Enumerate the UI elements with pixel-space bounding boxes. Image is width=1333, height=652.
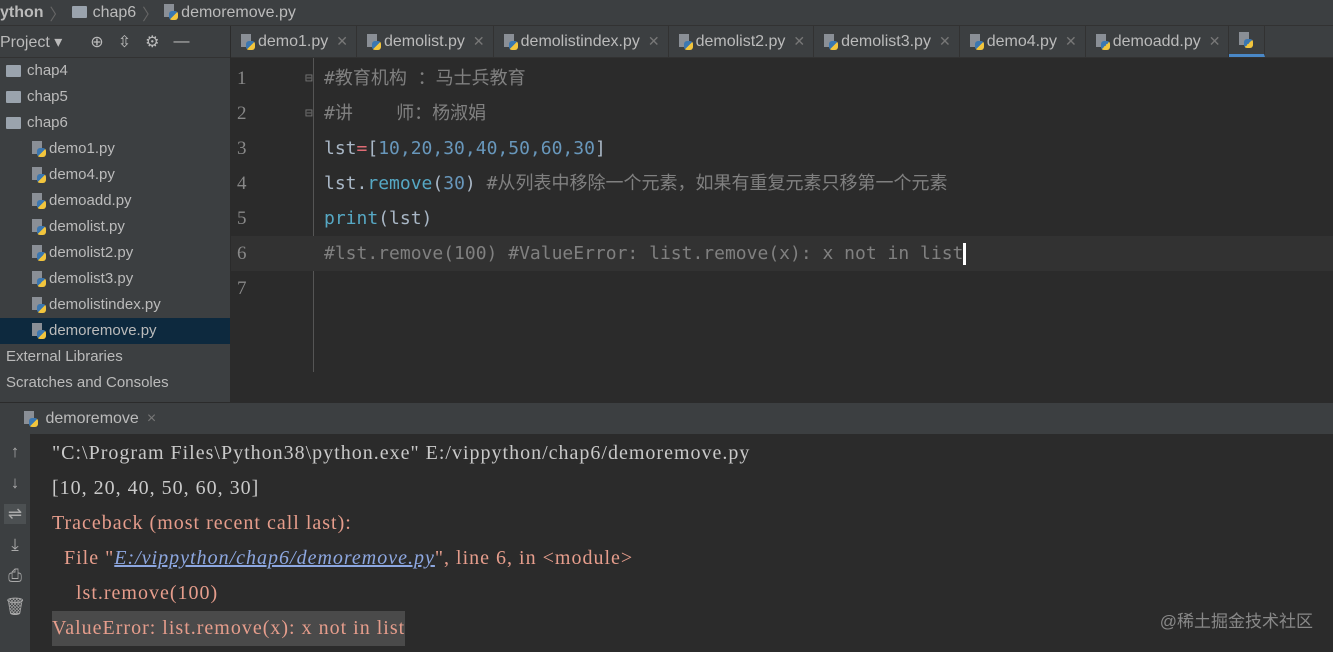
python-file-icon (241, 33, 255, 50)
line-number: 1 (237, 68, 247, 89)
tree-item[interactable]: chap6 (0, 110, 230, 136)
close-tab-icon[interactable]: ✕ (1065, 33, 1077, 50)
tree-item[interactable]: demo1.py (0, 136, 230, 162)
tree-item[interactable]: demolistindex.py (0, 292, 230, 318)
python-file-icon (824, 33, 839, 50)
folder-icon (71, 6, 87, 19)
close-icon[interactable]: × (147, 410, 156, 428)
run-tab[interactable]: demoremove × (0, 402, 1333, 434)
folder-icon (6, 117, 21, 130)
python-file-icon (969, 33, 984, 50)
hide-icon[interactable]: — (173, 33, 189, 51)
file-link[interactable]: E:/vippython/chap6/demoremove.py (114, 547, 435, 569)
python-file-icon (32, 167, 46, 184)
fold-icon[interactable]: ⊟ (305, 61, 313, 96)
fold-icon[interactable]: ⊟ (305, 96, 313, 131)
close-tab-icon[interactable]: ✕ (648, 33, 660, 50)
code-line[interactable]: 1 ⊟ #教育机构 ：马士兵教育 (231, 61, 1333, 96)
code-line[interactable]: 2 ⊟ #讲 师：杨淑娟 (231, 96, 1333, 131)
code-line[interactable]: 7 (231, 271, 1333, 306)
code-editor[interactable]: 1 ⊟ #教育机构 ：马士兵教育 2 ⊟ #讲 师：杨淑娟 3 lst=[10,20,30,4… (231, 58, 1333, 402)
tree-item-external[interactable]: External Libraries (0, 344, 230, 370)
traceback-file: File "E:/vippython/chap6/demoremove.py",… (52, 547, 634, 569)
up-arrow-icon[interactable]: ↑ (11, 442, 20, 462)
tree-item[interactable]: demoadd.py (0, 188, 230, 214)
tree-item[interactable]: demoremove.py (0, 318, 230, 344)
tree-item[interactable]: demolist3.py (0, 266, 230, 292)
tree-item-scratches[interactable]: Scratches and Consoles (0, 370, 230, 396)
tree-item[interactable]: demo4.py (0, 162, 230, 188)
collapse-all-icon[interactable]: ⇳ (118, 32, 131, 52)
editor-tab[interactable]: demolist3.py ✕ (814, 26, 960, 57)
python-file-icon (32, 193, 46, 210)
text-cursor (963, 243, 967, 265)
tree-item[interactable]: demolist2.py (0, 240, 230, 266)
editor-tabs: demo1.py ✕ demolist.py ✕ demolistindex.py ✕ de… (231, 26, 1333, 58)
line-number: 3 (237, 138, 247, 159)
python-icon (24, 410, 38, 427)
line-number: 2 (237, 103, 247, 124)
python-file-icon (1095, 33, 1110, 50)
breadcrumb-file[interactable]: demoremove.py (164, 4, 296, 22)
console-output-line: [10, 20, 40, 50, 60, 30] (52, 477, 260, 499)
active-tab[interactable] (1229, 26, 1266, 57)
console-command: "C:\Program Files\Python38\python.exe" E… (52, 442, 751, 464)
traceback-code: lst.remove(100) (52, 582, 219, 604)
run-toolbar: ↑ ↓ ⇌ ⤓ ⎙ 🗑 (0, 434, 30, 652)
python-file-icon (32, 219, 46, 236)
tree-item[interactable]: demolist.py (0, 214, 230, 240)
scroll-to-end-icon[interactable]: ⤓ (11, 535, 19, 555)
close-tab-icon[interactable]: ✕ (473, 33, 485, 50)
close-tab-icon[interactable]: ✕ (336, 33, 348, 50)
python-file-icon (678, 33, 693, 50)
python-file-icon (367, 33, 381, 50)
breadcrumb-project[interactable]: ython (0, 4, 44, 22)
print-icon[interactable]: ⎙ (8, 566, 22, 586)
python-file-icon (32, 297, 46, 314)
tree-item[interactable]: chap4 (0, 58, 230, 84)
down-arrow-icon[interactable]: ↓ (11, 473, 20, 493)
trash-icon[interactable]: 🗑 (4, 597, 26, 617)
editor-tab[interactable]: demolistindex.py ✕ (494, 26, 669, 57)
watermark: @稀土掘金技术社区 (1159, 612, 1313, 631)
breadcrumb-folder[interactable]: chap6 (71, 4, 136, 22)
python-file-icon (32, 271, 46, 288)
close-tab-icon[interactable]: ✕ (939, 33, 951, 50)
line-number: 5 (237, 208, 247, 229)
tree-item[interactable]: chap5 (0, 84, 230, 110)
python-file-icon (32, 323, 46, 340)
folder-icon (6, 65, 21, 78)
code-line[interactable]: 3 lst=[10,20,30,40,50,60,30] (231, 131, 1333, 166)
line-number: 7 (237, 278, 247, 299)
editor-tab[interactable]: demolist.py ✕ (357, 26, 494, 57)
editor-tab[interactable]: demo1.py ✕ (231, 26, 357, 57)
python-file-icon (32, 245, 46, 262)
close-tab-icon[interactable]: ✕ (793, 33, 805, 50)
traceback-header: Traceback (most recent call last): (52, 512, 352, 534)
project-panel: Project ▾ ⊕ ⇳ ⚙ — chap4 chap5 chap6 demo1.p… (0, 26, 230, 402)
project-view-dropdown[interactable]: Project ▾ (0, 32, 62, 52)
locate-icon[interactable]: ⊕ (90, 32, 103, 52)
code-line[interactable]: 6 #lst.remove(100) #ValueError: list.remo… (231, 236, 1333, 271)
editor-tab[interactable]: demolist2.py ✕ (669, 26, 815, 57)
gear-icon[interactable]: ⚙ (145, 32, 159, 52)
python-file-icon (503, 33, 518, 50)
python-file-icon (1239, 32, 1254, 48)
code-line[interactable]: 5 print(lst) (231, 201, 1333, 236)
console-output[interactable]: "C:\Program Files\Python38\python.exe" E… (30, 434, 1333, 652)
code-line[interactable]: 4 lst.remove(30) #从列表中移除一个元素，如果有重复元素只移第一个… (231, 166, 1333, 201)
soft-wrap-icon[interactable]: ⇌ (3, 504, 27, 524)
line-number: 6 (237, 243, 247, 264)
error-message: ValueError: list.remove(x): x not in lis… (52, 611, 406, 646)
breadcrumb: ython 〉 chap6 〉 demoremove.py (0, 0, 1333, 26)
python-file-icon (32, 141, 46, 158)
folder-icon (6, 91, 21, 104)
project-tree: chap4 chap5 chap6 demo1.py demo4.py demoadd.p… (0, 58, 230, 396)
python-file-icon (164, 4, 179, 21)
line-number: 4 (237, 173, 247, 194)
editor-tab[interactable]: demo4.py ✕ (960, 26, 1086, 57)
editor-tab[interactable]: demoadd.py ✕ (1086, 26, 1230, 57)
close-tab-icon[interactable]: ✕ (1209, 33, 1221, 50)
